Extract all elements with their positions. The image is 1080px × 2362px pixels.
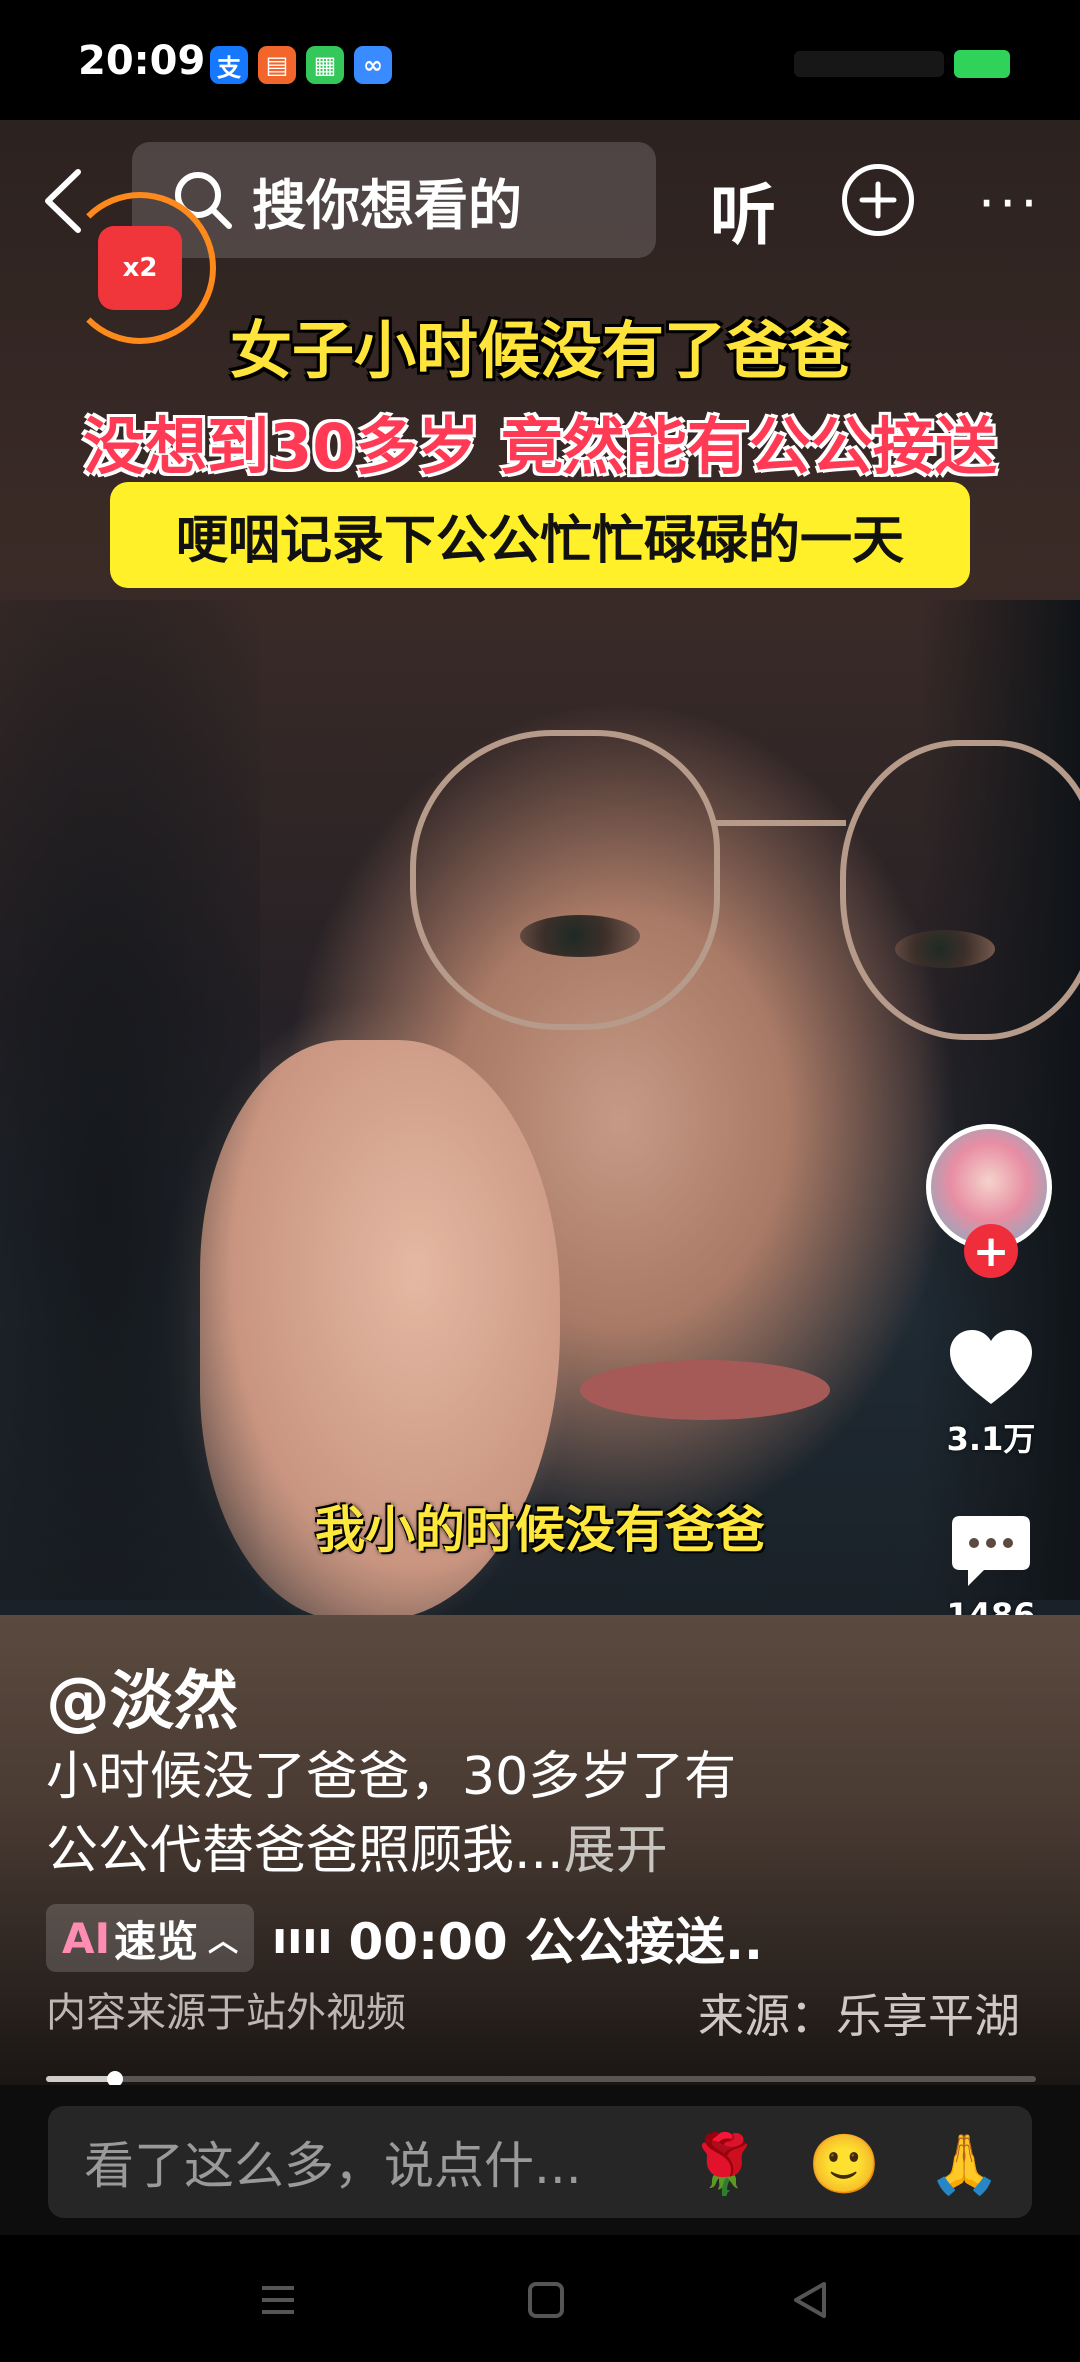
- reward-multiplier: x2: [122, 253, 158, 283]
- menu-icon: [262, 2286, 294, 2314]
- video-progress-bar[interactable]: [46, 2071, 1036, 2087]
- heart-icon: [950, 1330, 1032, 1404]
- signal-icon: [794, 51, 944, 77]
- alipay-icon: 支: [210, 46, 248, 84]
- status-time: 20:09: [78, 38, 206, 84]
- video-title-line2: 没想到30多岁 竟然能有公公接送: [83, 410, 997, 483]
- description-line1: 小时候没了爸爸，30多岁了有: [46, 1747, 737, 1807]
- expand-link[interactable]: 展开: [564, 1821, 668, 1881]
- video-frame-detail: [410, 730, 720, 1030]
- author-name[interactable]: @淡然: [46, 1650, 238, 1742]
- chevron-up-icon: ︿: [208, 1924, 239, 1959]
- comment-bubble-icon: [952, 1516, 1030, 1586]
- ai-chapter-text[interactable]: 00:00 公公接送..: [348, 1902, 763, 1974]
- system-back-button[interactable]: [780, 2275, 840, 2325]
- video-title-line3: 哽咽记录下公公忙忙碌碌的一天: [110, 482, 970, 588]
- comment-input[interactable]: 看了这么多，说点什...: [48, 2106, 1032, 2218]
- pray-emoji-button[interactable]: 🙏: [928, 2130, 1000, 2199]
- audio-wave-icon: ıııı: [272, 1912, 333, 1964]
- ai-summary-label: 速览: [114, 1916, 199, 1966]
- like-count: 3.1万: [946, 1420, 1036, 1458]
- back-triangle-icon: [794, 2282, 826, 2318]
- home-square-icon: [528, 2282, 564, 2318]
- listen-button[interactable]: 听: [710, 162, 776, 258]
- like-button[interactable]: 3.1万: [926, 1328, 1056, 1460]
- status-app-icons: 支 ▤ ▦ ∞: [210, 46, 392, 84]
- video-frame-detail: [840, 740, 1080, 1040]
- menu-button[interactable]: [248, 2275, 308, 2325]
- ai-label: AI: [62, 1913, 111, 1963]
- post-description[interactable]: 小时候没了爸爸，30多岁了有 公公代替爸爸照顾我...展开: [46, 1740, 866, 1888]
- comment-placeholder: 看了这么多，说点什...: [84, 2137, 582, 2195]
- app-grid-icon: ▦: [306, 46, 344, 84]
- source-label: 来源：乐享平湖: [698, 1989, 1020, 2043]
- status-bar: 20:09 支 ▤ ▦ ∞: [0, 0, 1080, 120]
- rose-emoji-button[interactable]: 🌹: [688, 2130, 760, 2199]
- description-line2: 公公代替爸爸照顾我...: [46, 1821, 564, 1881]
- video-title-line1: 女子小时候没有了爸爸: [229, 314, 850, 387]
- plus-icon: [859, 181, 897, 219]
- cloud-drive-icon: ∞: [354, 46, 392, 84]
- ai-summary-row: AI 速览 ︿ ıııı 00:00 公公接送..: [46, 1902, 763, 1974]
- video-frame-detail: [580, 1360, 830, 1420]
- home-button[interactable]: [516, 2275, 576, 2325]
- ai-summary-button[interactable]: AI 速览 ︿: [46, 1904, 255, 1972]
- follow-button[interactable]: +: [964, 1224, 1018, 1278]
- search-placeholder: 搜你想看的: [252, 173, 522, 237]
- status-indicators: [794, 50, 1010, 78]
- video-frame-detail: [716, 820, 846, 826]
- red-envelope-icon: x2: [98, 226, 182, 310]
- smile-emoji-button[interactable]: 🙂: [808, 2130, 880, 2199]
- book-icon: ▤: [258, 46, 296, 84]
- add-button[interactable]: [842, 164, 914, 236]
- battery-icon: [954, 50, 1010, 78]
- video-subtitle: 我小的时候没有爸爸: [315, 1501, 765, 1559]
- video-progress-fill: [46, 2076, 116, 2082]
- source-note: 内容来源于站外视频: [46, 1990, 406, 2036]
- system-nav-bar: [0, 2235, 1080, 2362]
- more-button[interactable]: ···: [978, 172, 1042, 235]
